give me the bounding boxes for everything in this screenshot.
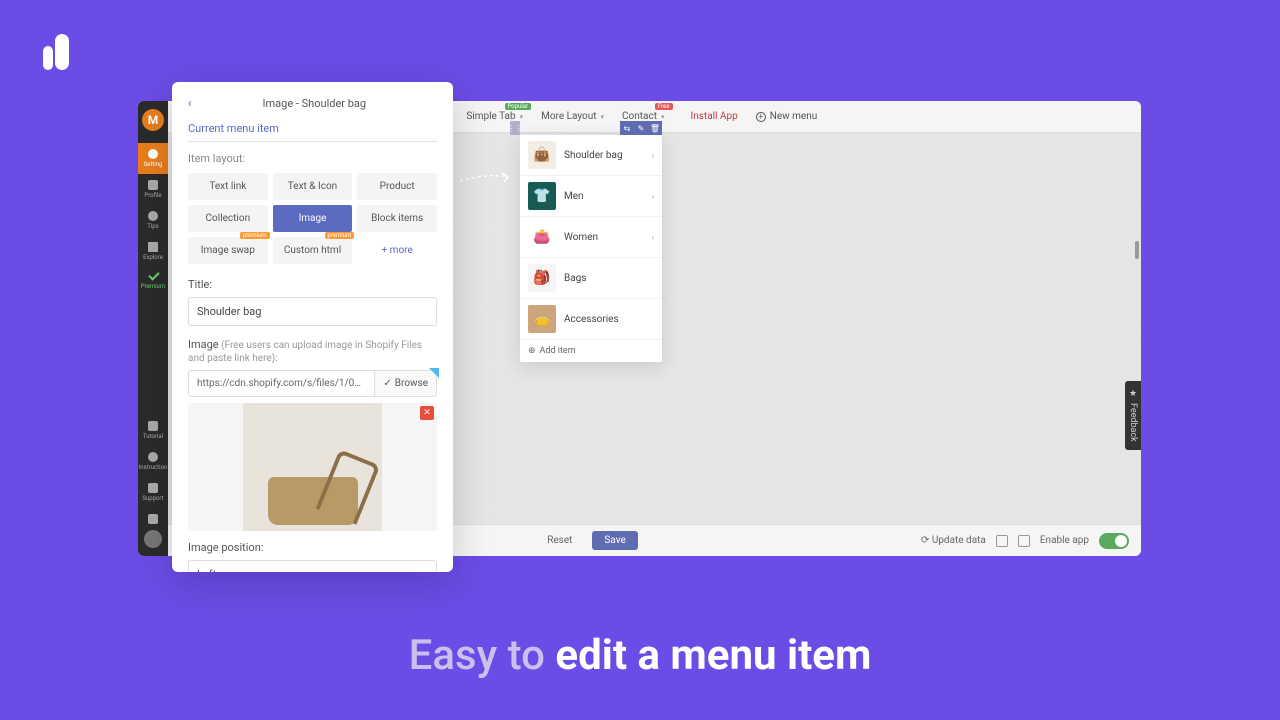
current-menu-item-label: Current menu item <box>188 122 437 142</box>
brand-logo <box>43 34 69 70</box>
rail-tips[interactable]: Tips <box>138 205 168 236</box>
left-rail: M Setting Profile Tips Explore Premium T… <box>138 101 168 556</box>
chevron-down-icon: ▾ <box>601 113 605 121</box>
link-icon[interactable]: ⇆ <box>620 121 634 135</box>
layout-image-swap[interactable]: premiumImage swap <box>188 237 268 264</box>
image-label: Image (Free users can upload image in Sh… <box>188 338 437 364</box>
browse-button[interactable]: ✓ Browse <box>374 370 437 397</box>
enable-app-toggle[interactable] <box>1099 533 1129 549</box>
reset-button[interactable]: Reset <box>537 531 582 550</box>
scrollbar[interactable] <box>1135 241 1139 259</box>
thumb-icon: 👜 <box>528 141 556 169</box>
edit-panel: ‹ Image - Shoulder bag Current menu item… <box>172 82 453 572</box>
gear-icon <box>148 149 158 159</box>
thumb-icon: 👕 <box>528 182 556 210</box>
layout-more[interactable]: + more <box>357 237 437 264</box>
grid-icon <box>148 242 158 252</box>
item-layout-label: Item layout: <box>188 152 437 165</box>
wand-icon <box>148 421 158 431</box>
tagline: Easy to edit a menu item <box>0 631 1280 680</box>
dropdown-item-women[interactable]: 👛Women› <box>520 217 662 258</box>
dropdown-item-bags[interactable]: 🎒Bags <box>520 258 662 299</box>
rail-notifications[interactable] <box>138 508 168 530</box>
corner-icon <box>429 368 439 378</box>
image-url-input[interactable] <box>188 370 374 397</box>
copy-icon[interactable] <box>996 535 1008 547</box>
rail-tutorial[interactable]: Tutorial <box>138 415 168 446</box>
bell-icon <box>148 514 158 524</box>
update-data-button[interactable]: ⟳ Update data <box>921 535 986 546</box>
rail-support[interactable]: Support <box>138 477 168 508</box>
flyout-dropdown: ⋮⋮ ⇆ ✎ 🗑 👜 Shoulder bag › 👕Men› 👛Women› … <box>520 135 662 362</box>
remove-image-button[interactable]: ✕ <box>420 406 434 420</box>
chevron-right-icon: › <box>652 151 654 160</box>
title-label: Title: <box>188 278 437 291</box>
layout-product[interactable]: Product <box>357 173 437 200</box>
chevron-right-icon: › <box>652 192 654 201</box>
premium-badge: premium <box>325 232 355 239</box>
chevron-down-icon: ⌄ <box>419 568 428 572</box>
rail-explore[interactable]: Explore <box>138 236 168 267</box>
new-menu[interactable]: +New menu <box>756 111 818 122</box>
layout-block-items[interactable]: Block items <box>357 205 437 232</box>
panel-title: Image - Shoulder bag <box>192 97 437 110</box>
rail-premium[interactable]: Premium <box>138 267 168 296</box>
image-position-label: Image position: <box>188 541 437 554</box>
layout-custom-html[interactable]: premiumCustom html <box>273 237 353 264</box>
drag-handle-icon[interactable]: ⋮⋮ <box>510 121 520 135</box>
thumb-icon: 👛 <box>528 223 556 251</box>
dot-icon <box>148 211 158 221</box>
premium-badge: premium <box>240 232 270 239</box>
install-app[interactable]: Install App <box>683 107 746 126</box>
thumb-icon: 👝 <box>528 305 556 333</box>
title-input[interactable] <box>188 297 437 326</box>
layout-text-icon[interactable]: Text & Icon <box>273 173 353 200</box>
free-badge: Free <box>655 103 673 110</box>
thumb-icon: 🎒 <box>528 264 556 292</box>
top-more-layout[interactable]: More Layout ▾ <box>533 107 612 126</box>
plus-icon: + <box>756 112 766 122</box>
rail-setting[interactable]: Setting <box>138 143 168 174</box>
enable-app-label: Enable app <box>1040 535 1089 546</box>
popular-badge: Popular <box>505 103 532 110</box>
feedback-tab[interactable]: ★ Feedback <box>1125 381 1141 450</box>
chevron-right-icon: › <box>652 233 654 242</box>
question-icon <box>148 452 158 462</box>
user-icon <box>148 180 158 190</box>
dropdown-item-accessories[interactable]: 👝Accessories <box>520 299 662 340</box>
app-logo[interactable]: M <box>142 109 164 131</box>
layout-image[interactable]: Image <box>273 205 353 232</box>
bag-image <box>268 477 358 525</box>
mail-icon <box>148 483 158 493</box>
rail-profile[interactable]: Profile <box>138 174 168 205</box>
check-icon <box>147 273 159 281</box>
rail-instruction[interactable]: Instruction <box>138 446 168 477</box>
image-preview: ✕ <box>188 403 437 531</box>
image-position-select[interactable]: Left⌄ <box>188 560 437 572</box>
chevron-down-icon: ▾ <box>661 113 665 121</box>
arrow-icon <box>458 170 518 184</box>
chevron-down-icon: ▾ <box>520 113 524 121</box>
save-button[interactable]: Save <box>592 531 637 550</box>
layout-collection[interactable]: Collection <box>188 205 268 232</box>
avatar[interactable] <box>144 530 162 548</box>
edit-icon[interactable]: ✎ <box>634 121 648 135</box>
export-icon[interactable] <box>1018 535 1030 547</box>
delete-icon[interactable]: 🗑 <box>648 121 662 135</box>
layout-text-link[interactable]: Text link <box>188 173 268 200</box>
add-item-button[interactable]: ⊕ Add item <box>520 340 662 362</box>
dropdown-item-men[interactable]: 👕Men› <box>520 176 662 217</box>
dropdown-item-shoulder-bag[interactable]: ⋮⋮ ⇆ ✎ 🗑 👜 Shoulder bag › <box>520 135 662 176</box>
